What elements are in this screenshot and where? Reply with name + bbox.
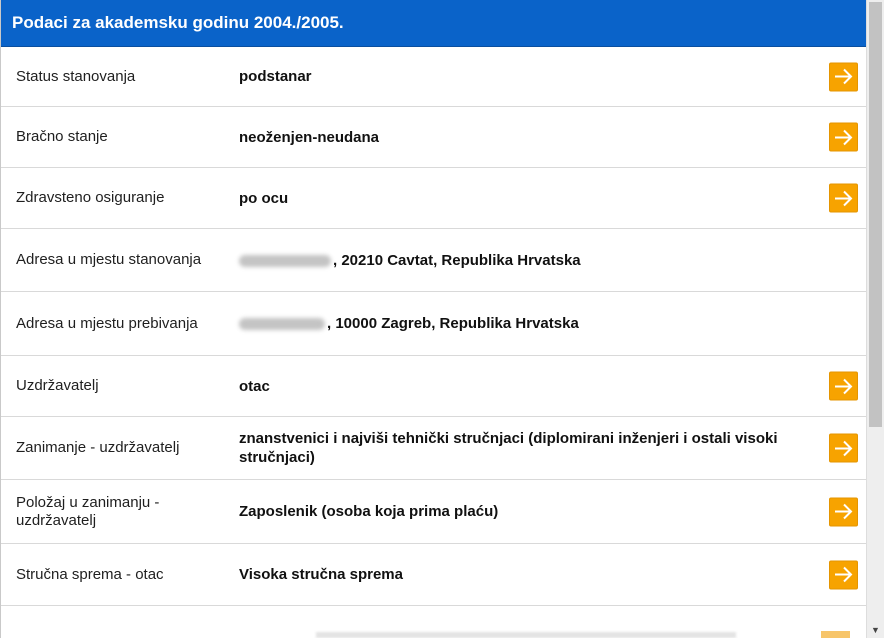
panel-header: Podaci za akademsku godinu 2004./2005.	[1, 0, 866, 47]
next-row-partial	[1, 628, 866, 638]
row-label: Uzdržavatelj	[16, 377, 99, 394]
edit-arrow-button[interactable]	[829, 433, 858, 463]
panel-title: Podaci za akademsku godinu 2004./2005.	[12, 13, 344, 32]
student-data-panel: Podaci za akademsku godinu 2004./2005. S…	[0, 0, 866, 638]
scrollbar-thumb[interactable]	[869, 2, 882, 427]
address-text: , 20210 Cavtat, Republika Hrvatska	[333, 251, 581, 269]
row-value: po ocu	[239, 189, 289, 207]
edit-arrow-button[interactable]	[829, 122, 858, 152]
arrow-right-icon	[834, 68, 852, 85]
arrow-right-icon	[834, 129, 852, 145]
partial-row-text	[316, 632, 736, 638]
row-value: znanstvenici i najviši tehnički stručnja…	[239, 430, 778, 466]
scroll-down-arrow-icon[interactable]: ▼	[867, 621, 884, 638]
arrow-right-icon	[834, 440, 852, 456]
table-row-strucna-sprema: Stručna sprema - otac Visoka stručna spr…	[1, 544, 866, 606]
edit-arrow-button[interactable]	[829, 62, 858, 91]
row-value: , 10000 Zagreb, Republika Hrvatska	[239, 314, 866, 333]
address-text: , 10000 Zagreb, Republika Hrvatska	[327, 315, 579, 332]
edit-arrow-button[interactable]	[829, 560, 858, 589]
row-value: Zaposlenik (osoba koja prima plaću)	[239, 503, 499, 520]
row-label: Zanimanje - uzdržavatelj	[16, 439, 180, 456]
row-label: Stručna sprema - otac	[16, 565, 164, 583]
row-value: neoženjen-neudana	[239, 128, 380, 146]
row-value: podstanar	[239, 68, 312, 85]
row-value: otac	[239, 377, 270, 395]
table-row-status-stanovanja: Status stanovanja podstanar	[1, 47, 866, 107]
edit-arrow-button[interactable]	[829, 371, 858, 401]
table-row-polozaj-u-zanimanju: Položaj u zanimanju - uzdržavatelj Zapos…	[1, 480, 866, 544]
row-label: Status stanovanja	[16, 67, 136, 85]
redacted-street	[239, 254, 331, 267]
table-row-bracno-stanje: Bračno stanje neoženjen-neudana	[1, 107, 866, 168]
row-label: Bračno stanje	[16, 128, 108, 145]
edit-arrow-button[interactable]	[829, 497, 858, 526]
row-value: Visoka stručna sprema	[239, 566, 403, 583]
arrow-right-icon	[834, 503, 852, 520]
table-row-zdravstveno-osiguranje: Zdravsteno osiguranje po ocu	[1, 168, 866, 229]
partial-arrow-button[interactable]	[821, 631, 850, 638]
table-row-adresa-prebivanja: Adresa u mjestu prebivanja , 10000 Zagre…	[1, 292, 866, 356]
row-label: Adresa u mjestu stanovanja	[16, 251, 202, 268]
table-row-adresa-stanovanja: Adresa u mjestu stanovanja , 20210 Cavta…	[1, 229, 866, 292]
redacted-street	[239, 318, 325, 331]
row-label: Adresa u mjestu prebivanja	[16, 314, 198, 332]
arrow-right-icon	[834, 190, 852, 206]
row-label: Položaj u zanimanju - uzdržavatelj	[16, 493, 160, 529]
row-value: , 20210 Cavtat, Republika Hrvatska	[239, 251, 866, 270]
edit-arrow-button[interactable]	[829, 183, 858, 213]
row-label: Zdravsteno osiguranje	[16, 189, 165, 206]
arrow-right-icon	[834, 378, 852, 394]
table-row-uzdrzavatelj: Uzdržavatelj otac	[1, 356, 866, 417]
vertical-scrollbar[interactable]: ▼	[866, 0, 884, 638]
table-row-zanimanje: Zanimanje - uzdržavatelj znanstvenici i …	[1, 417, 866, 480]
arrow-right-icon	[834, 566, 852, 583]
